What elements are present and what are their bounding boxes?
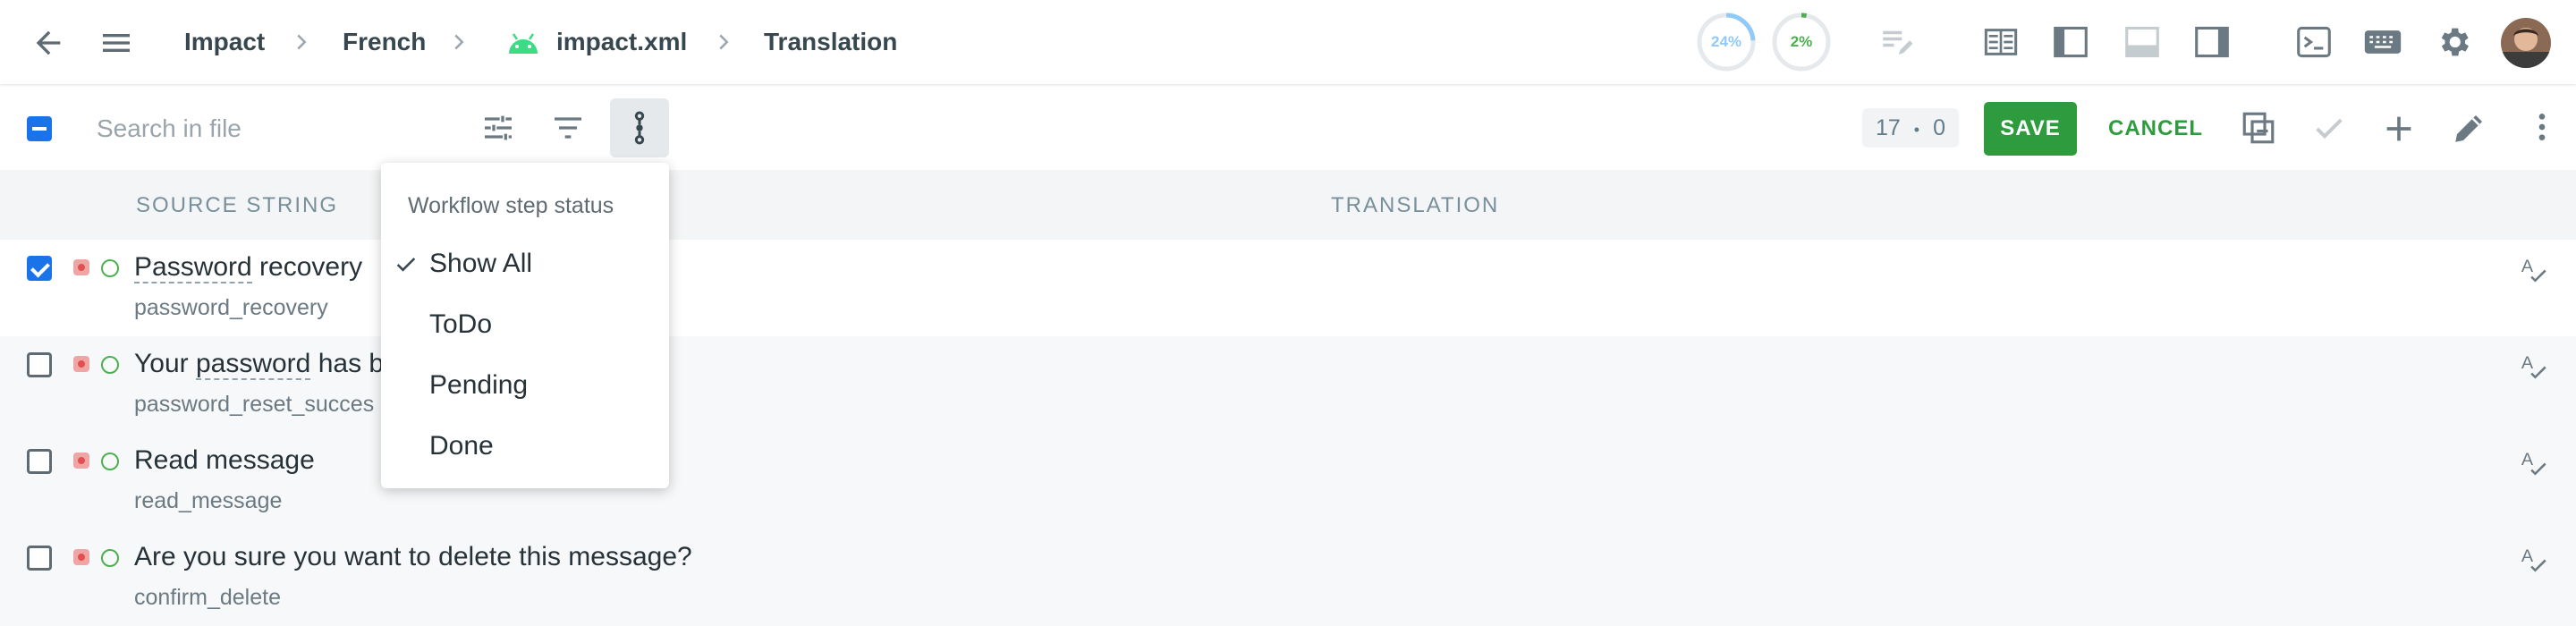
more-vertical-icon[interactable] xyxy=(2524,109,2560,145)
row-checkbox[interactable] xyxy=(27,352,52,377)
untranslated-status-icon xyxy=(73,356,89,372)
translation-progress-label: 24% xyxy=(1710,33,1742,50)
chevron-right-icon xyxy=(288,29,315,55)
workflow-status-icon xyxy=(101,549,119,567)
untranslated-status-icon xyxy=(73,453,89,469)
breadcrumb-language[interactable]: French xyxy=(343,0,426,84)
sliders-icon xyxy=(480,110,516,146)
spellcheck-icon[interactable]: A xyxy=(2519,254,2549,284)
check-icon xyxy=(394,252,419,277)
column-header-source: SOURCE STRING xyxy=(136,193,339,217)
string-key: password_reset_succes xyxy=(134,392,375,417)
dropdown-item-label: ToDo xyxy=(429,309,493,339)
top-bar: Impact French impact.xml Translation 24%… xyxy=(0,0,2576,84)
search-input[interactable] xyxy=(95,106,456,152)
chevron-right-icon xyxy=(710,29,737,55)
source-string-start: Your xyxy=(134,349,196,378)
glossary-term[interactable]: Password xyxy=(134,252,252,283)
dropdown-item-pending[interactable]: Pending xyxy=(381,356,669,415)
spellcheck-icon[interactable]: A xyxy=(2519,544,2549,574)
cancel-button[interactable]: CANCEL xyxy=(2102,102,2209,156)
copy-source-icon[interactable] xyxy=(2240,109,2277,147)
back-arrow-icon[interactable] xyxy=(30,25,66,61)
workflow-filter-button[interactable] xyxy=(610,98,669,157)
counter-selected: 0 xyxy=(1933,115,1945,140)
glossary-term[interactable]: password xyxy=(195,349,311,380)
pencil-icon[interactable] xyxy=(2451,109,2488,147)
menu-icon[interactable] xyxy=(98,25,134,61)
breadcrumb-view: Translation xyxy=(764,28,898,55)
save-button[interactable]: SAVE xyxy=(1984,102,2077,156)
android-icon xyxy=(506,29,540,55)
untranslated-status-icon xyxy=(73,259,89,275)
dropdown-item-label: Done xyxy=(429,431,494,461)
row-checkbox[interactable] xyxy=(27,256,52,281)
right-panel-layout-icon[interactable] xyxy=(2193,25,2231,59)
breadcrumb-project[interactable]: Impact xyxy=(184,0,265,84)
source-string[interactable]: Are you sure you want to delete this mes… xyxy=(134,542,692,572)
string-key: password_recovery xyxy=(134,295,328,320)
counter-separator: • xyxy=(1913,121,1920,139)
gear-icon[interactable] xyxy=(2435,23,2472,61)
approval-progress-label: 2% xyxy=(1790,33,1813,50)
chevron-right-icon xyxy=(445,29,472,55)
spellcheck-icon[interactable]: A xyxy=(2519,351,2549,381)
edit-notes-icon[interactable] xyxy=(1878,23,1916,61)
workflow-status-icon xyxy=(101,356,119,374)
select-all-checkbox[interactable] xyxy=(27,116,52,141)
workflow-status-icon xyxy=(101,453,119,470)
column-header-translation: TRANSLATION xyxy=(1331,193,1500,217)
dropdown-item-label: Show All xyxy=(429,249,533,278)
svg-text:A: A xyxy=(2521,450,2534,470)
filter-button[interactable] xyxy=(538,98,597,157)
source-string-rest: has b xyxy=(310,349,385,378)
side-by-side-layout-icon[interactable] xyxy=(1982,24,2020,60)
counter-total: 17 xyxy=(1876,115,1901,140)
spellcheck-icon[interactable]: A xyxy=(2519,447,2549,478)
svg-text:A: A xyxy=(2521,546,2534,566)
workflow-status-icon xyxy=(101,259,119,277)
bottom-panel-layout-icon[interactable] xyxy=(2123,25,2161,59)
dropdown-item-show-all[interactable]: Show All xyxy=(381,234,669,293)
workflow-status-dropdown: Workflow step status Show All ToDo Pendi… xyxy=(381,163,669,488)
workflow-steps-icon xyxy=(622,110,657,146)
untranslated-status-icon xyxy=(73,549,89,565)
translation-progress[interactable]: 24% xyxy=(1696,12,1757,72)
approve-check-icon[interactable] xyxy=(2311,111,2347,147)
row-checkbox[interactable] xyxy=(27,449,52,474)
approval-progress[interactable]: 2% xyxy=(1771,12,1832,72)
string-key: read_message xyxy=(134,488,283,513)
dropdown-item-todo[interactable]: ToDo xyxy=(381,295,669,354)
source-string[interactable]: Your password has b xyxy=(134,349,385,380)
avatar[interactable] xyxy=(2501,18,2551,68)
left-panel-layout-icon[interactable] xyxy=(2052,25,2089,59)
add-icon[interactable] xyxy=(2381,111,2417,147)
source-string[interactable]: Password recovery xyxy=(134,252,362,283)
svg-text:A: A xyxy=(2521,353,2534,373)
string-counter: 17 • 0 xyxy=(1862,108,1959,148)
svg-text:A: A xyxy=(2521,257,2534,276)
source-string[interactable]: Read message xyxy=(134,445,315,476)
settings-sliders-button[interactable] xyxy=(469,98,528,157)
dropdown-item-label: Pending xyxy=(429,370,529,400)
keyboard-icon[interactable] xyxy=(2363,25,2402,59)
string-key: confirm_delete xyxy=(134,585,281,610)
dropdown-title: Workflow step status xyxy=(408,193,614,218)
row-checkbox[interactable] xyxy=(27,546,52,571)
terminal-icon[interactable] xyxy=(2295,25,2333,59)
filter-icon xyxy=(550,110,586,146)
breadcrumb-file[interactable]: impact.xml xyxy=(556,0,687,84)
source-string-rest: recovery xyxy=(251,252,363,282)
dropdown-item-done[interactable]: Done xyxy=(381,417,669,476)
